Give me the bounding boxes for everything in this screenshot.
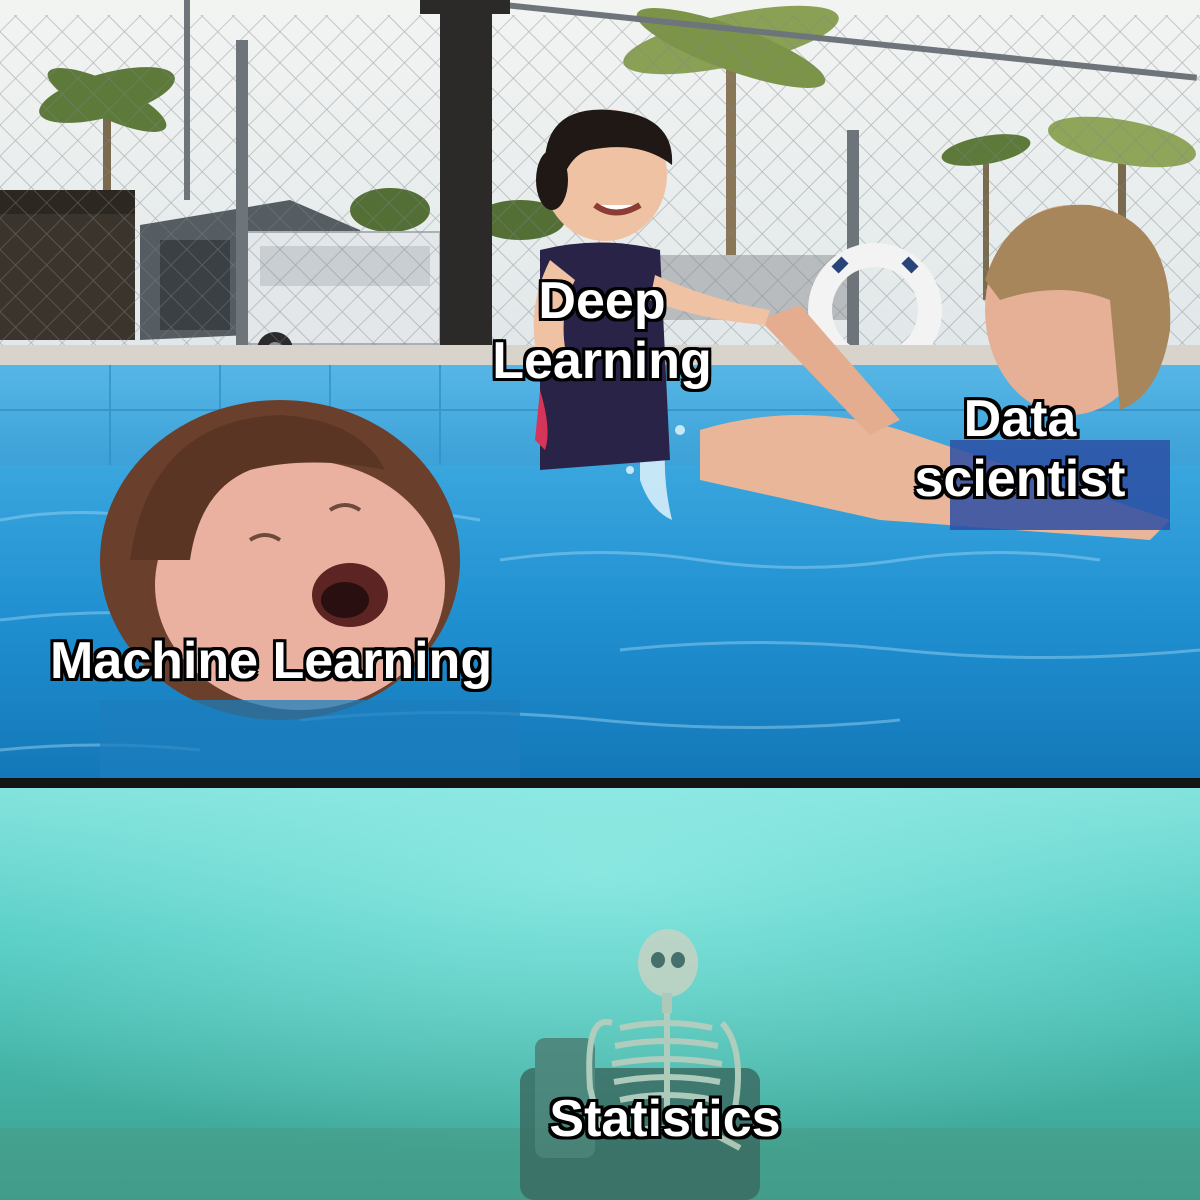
underwater-panel: Statistics (0, 788, 1200, 1200)
statistics-caption: Statistics (549, 1090, 781, 1148)
machine-learning-caption: Machine Learning (50, 632, 493, 690)
pool-scene-panel: Deep Learning Data scientist Machine Lea… (0, 0, 1200, 778)
data-scientist-caption: Data scientist (870, 390, 1170, 510)
data-scientist-caption-line-1: Data (963, 390, 1077, 448)
deep-learning-caption-line-1: Deep (538, 272, 666, 330)
deep-learning-caption-line-2: Learning (492, 331, 712, 390)
meme-image: Deep Learning Data scientist Machine Lea… (0, 0, 1200, 1200)
panel-divider (0, 778, 1200, 788)
data-scientist-caption-line-2: scientist (914, 449, 1126, 508)
deep-learning-caption: Deep Learning (452, 272, 752, 392)
